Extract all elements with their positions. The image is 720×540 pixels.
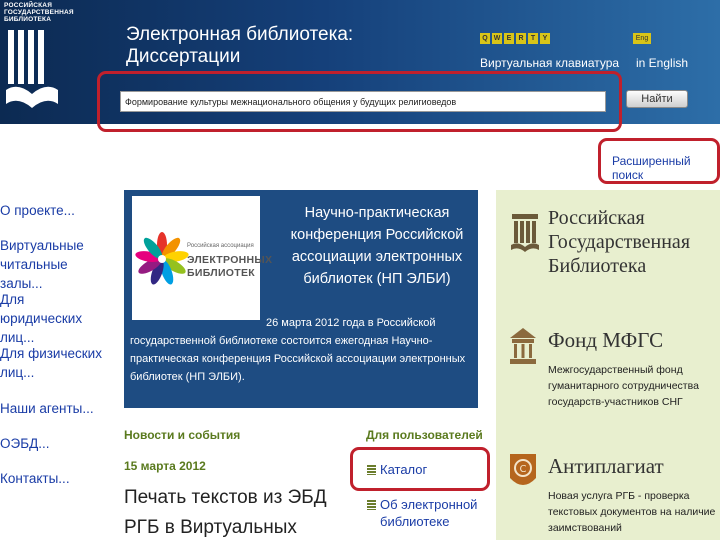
conference-banner[interactable]: Российская ассоциация ЭЛЕКТРОННЫХ БИБЛИО… xyxy=(124,190,478,408)
mfgs-description: Межгосударственный фонд гуманитарного со… xyxy=(548,364,699,408)
key-r: R xyxy=(516,33,526,44)
catalog-list-icon xyxy=(367,465,376,475)
users-section-title: Для пользователей xyxy=(366,428,483,442)
news-headline-link[interactable]: Печать текстов из ЭБД РГБ в Виртуальных xyxy=(124,483,354,540)
catalog-link[interactable]: Каталог xyxy=(380,461,427,478)
search-button[interactable]: Найти xyxy=(626,90,688,108)
logo-name-text: ЭЛЕКТРОННЫХ БИБЛИОТЕК xyxy=(187,254,273,279)
search-input[interactable] xyxy=(120,91,606,112)
news-date: 15 марта 2012 xyxy=(124,459,206,473)
nav-virtual-reading-rooms[interactable]: Виртуальные читальные залы... xyxy=(0,236,110,293)
banner-headline: Научно-практическая конференция Российск… xyxy=(290,205,464,287)
about-list-icon xyxy=(367,500,376,510)
mfgs-temple-icon xyxy=(510,328,536,364)
key-q: Q xyxy=(480,33,490,44)
key-w: W xyxy=(492,33,502,44)
svg-text:C: C xyxy=(520,464,527,475)
nav-agents[interactable]: Наши агенты... xyxy=(0,399,110,418)
pinwheel-logo-icon xyxy=(135,232,189,285)
rgb-logo[interactable]: РОССИЙСКАЯ ГОСУДАРСТВЕННАЯ БИБЛИОТЕКА xyxy=(4,2,74,120)
nav-legal-entities[interactable]: Для юридических лиц... xyxy=(0,290,110,347)
nav-individuals[interactable]: Для физических лиц... xyxy=(0,344,110,382)
advanced-search-link[interactable]: Расширенный поиск xyxy=(612,154,720,182)
virtual-keyboard-link[interactable]: Виртуальная клавиатура xyxy=(480,56,619,70)
antiplagiat-link[interactable]: Антиплагиат xyxy=(548,454,664,479)
header-bar: РОССИЙСКАЯ ГОСУДАРСТВЕННАЯ БИБЛИОТЕКА Эл… xyxy=(0,0,720,124)
copyright-shield-icon: C xyxy=(510,454,536,485)
nav-contacts[interactable]: Контакты... xyxy=(0,469,110,488)
logo-text: РОССИЙСКАЯ ГОСУДАРСТВЕННАЯ БИБЛИОТЕКА xyxy=(4,2,74,23)
english-version-link[interactable]: in English xyxy=(636,56,688,70)
key-y: Y xyxy=(540,33,550,44)
key-e: E xyxy=(504,33,514,44)
nav-about[interactable]: О проекте... xyxy=(0,201,110,220)
mfgs-link[interactable]: Фонд МФГС xyxy=(548,328,663,353)
banner-body: 26 марта 2012 года в Российской государс… xyxy=(130,317,466,383)
antiplagiat-description: Новая услуга РГБ - проверка текстовых до… xyxy=(548,490,716,534)
virtual-keyboard-icon[interactable]: Q W E R T Y xyxy=(480,33,550,44)
key-t: T xyxy=(528,33,538,44)
nelbi-logo: Российская ассоциация ЭЛЕКТРОННЫХ БИБЛИО… xyxy=(132,196,272,320)
about-library-link[interactable]: Об электронной библиотеке xyxy=(380,496,490,530)
news-section-title: Новости и события xyxy=(124,428,241,442)
english-flag-icon[interactable]: Eng xyxy=(633,33,651,44)
site-title: Электронная библиотека: Диссертации xyxy=(126,24,354,67)
rgb-link[interactable]: Российская Государственная Библиотека xyxy=(548,206,718,278)
library-columns-icon xyxy=(6,30,58,108)
partners-sidebar: Российская Государственная Библиотека Фо… xyxy=(496,190,720,540)
rgb-columns-icon xyxy=(511,214,539,252)
nav-oebd[interactable]: ОЭБД... xyxy=(0,434,110,453)
logo-assoc-text: Российская ассоциация xyxy=(187,243,254,249)
